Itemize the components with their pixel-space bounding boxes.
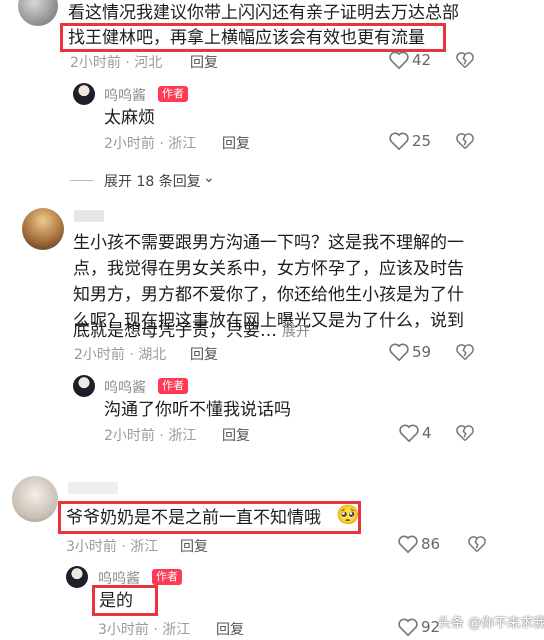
author-badge: 作者 [152,569,182,585]
username-blurred[interactable] [74,210,104,222]
comment-time-location: 2小时前 · 河北 [70,55,163,71]
like-count: 4 [422,424,432,442]
heart-icon[interactable] [388,342,410,362]
reply-button[interactable]: 回复 [222,133,250,153]
reply-time-location: 2小时前 · 浙江 [104,428,197,444]
avatar[interactable] [12,476,58,522]
chevron-down-icon[interactable]: ⌄ [203,170,215,186]
dislike-icon[interactable] [455,50,475,70]
author-avatar[interactable] [73,375,95,397]
heart-icon[interactable] [397,534,419,554]
like-count: 25 [412,132,432,150]
expand-replies-button[interactable]: 展开 18 条回复 [104,171,201,191]
reply-time-location: 2小时前 · 浙江 [104,136,197,152]
avatar[interactable] [18,0,58,26]
expand-replies-line [70,180,94,181]
author-name[interactable]: 呜呜酱 [104,377,146,397]
heart-icon[interactable] [388,131,410,151]
like-count: 42 [412,51,432,69]
comment-time-location: 2小时前 · 湖北 [74,347,167,363]
reply-button[interactable]: 回复 [180,536,208,556]
reply-button[interactable]: 回复 [216,619,244,639]
reply-time-location: 3小时前 · 浙江 [98,622,191,638]
reply-text: 沟通了你听不懂我说话吗 [104,400,291,420]
dislike-icon[interactable] [467,534,487,554]
highlight-box [92,585,158,616]
author-badge: 作者 [158,86,188,102]
heart-icon[interactable] [388,50,410,70]
author-badge: 作者 [158,378,188,394]
comment-time-location: 3小时前 · 浙江 [66,539,159,555]
comment-text-line: 知男方，男方都不爱你了，你还给他生小孩是为了什 [73,285,464,305]
author-name[interactable]: 呜呜酱 [104,85,146,105]
heart-icon[interactable] [397,617,419,637]
dislike-icon[interactable] [455,131,475,151]
like-count: 86 [421,535,441,553]
dislike-icon[interactable] [455,423,475,443]
like-count: 59 [412,343,432,361]
expand-text-button[interactable]: 展开 [282,321,310,341]
comment-text-line: 底就是想母凭子贵，只要… [73,321,277,341]
heart-icon[interactable] [398,423,420,443]
comment-text-line: 点，我觉得在男女关系中，女方怀孕了，应该及时告 [73,259,464,279]
watermark: 头条 @你不来求我 [438,616,544,631]
username-blurred[interactable] [68,482,118,494]
reply-text: 太麻烦 [104,108,155,128]
highlight-box [60,23,446,52]
highlight-box [58,501,361,534]
comment-text-line: 生小孩不需要跟男方沟通一下吗？这是我不理解的一 [73,233,464,253]
dislike-icon[interactable] [455,342,475,362]
author-avatar[interactable] [73,83,95,105]
reply-button[interactable]: 回复 [222,425,250,445]
author-avatar[interactable] [66,566,88,588]
reply-button[interactable]: 回复 [190,344,218,364]
reply-button[interactable]: 回复 [190,52,218,72]
avatar[interactable] [22,208,64,250]
